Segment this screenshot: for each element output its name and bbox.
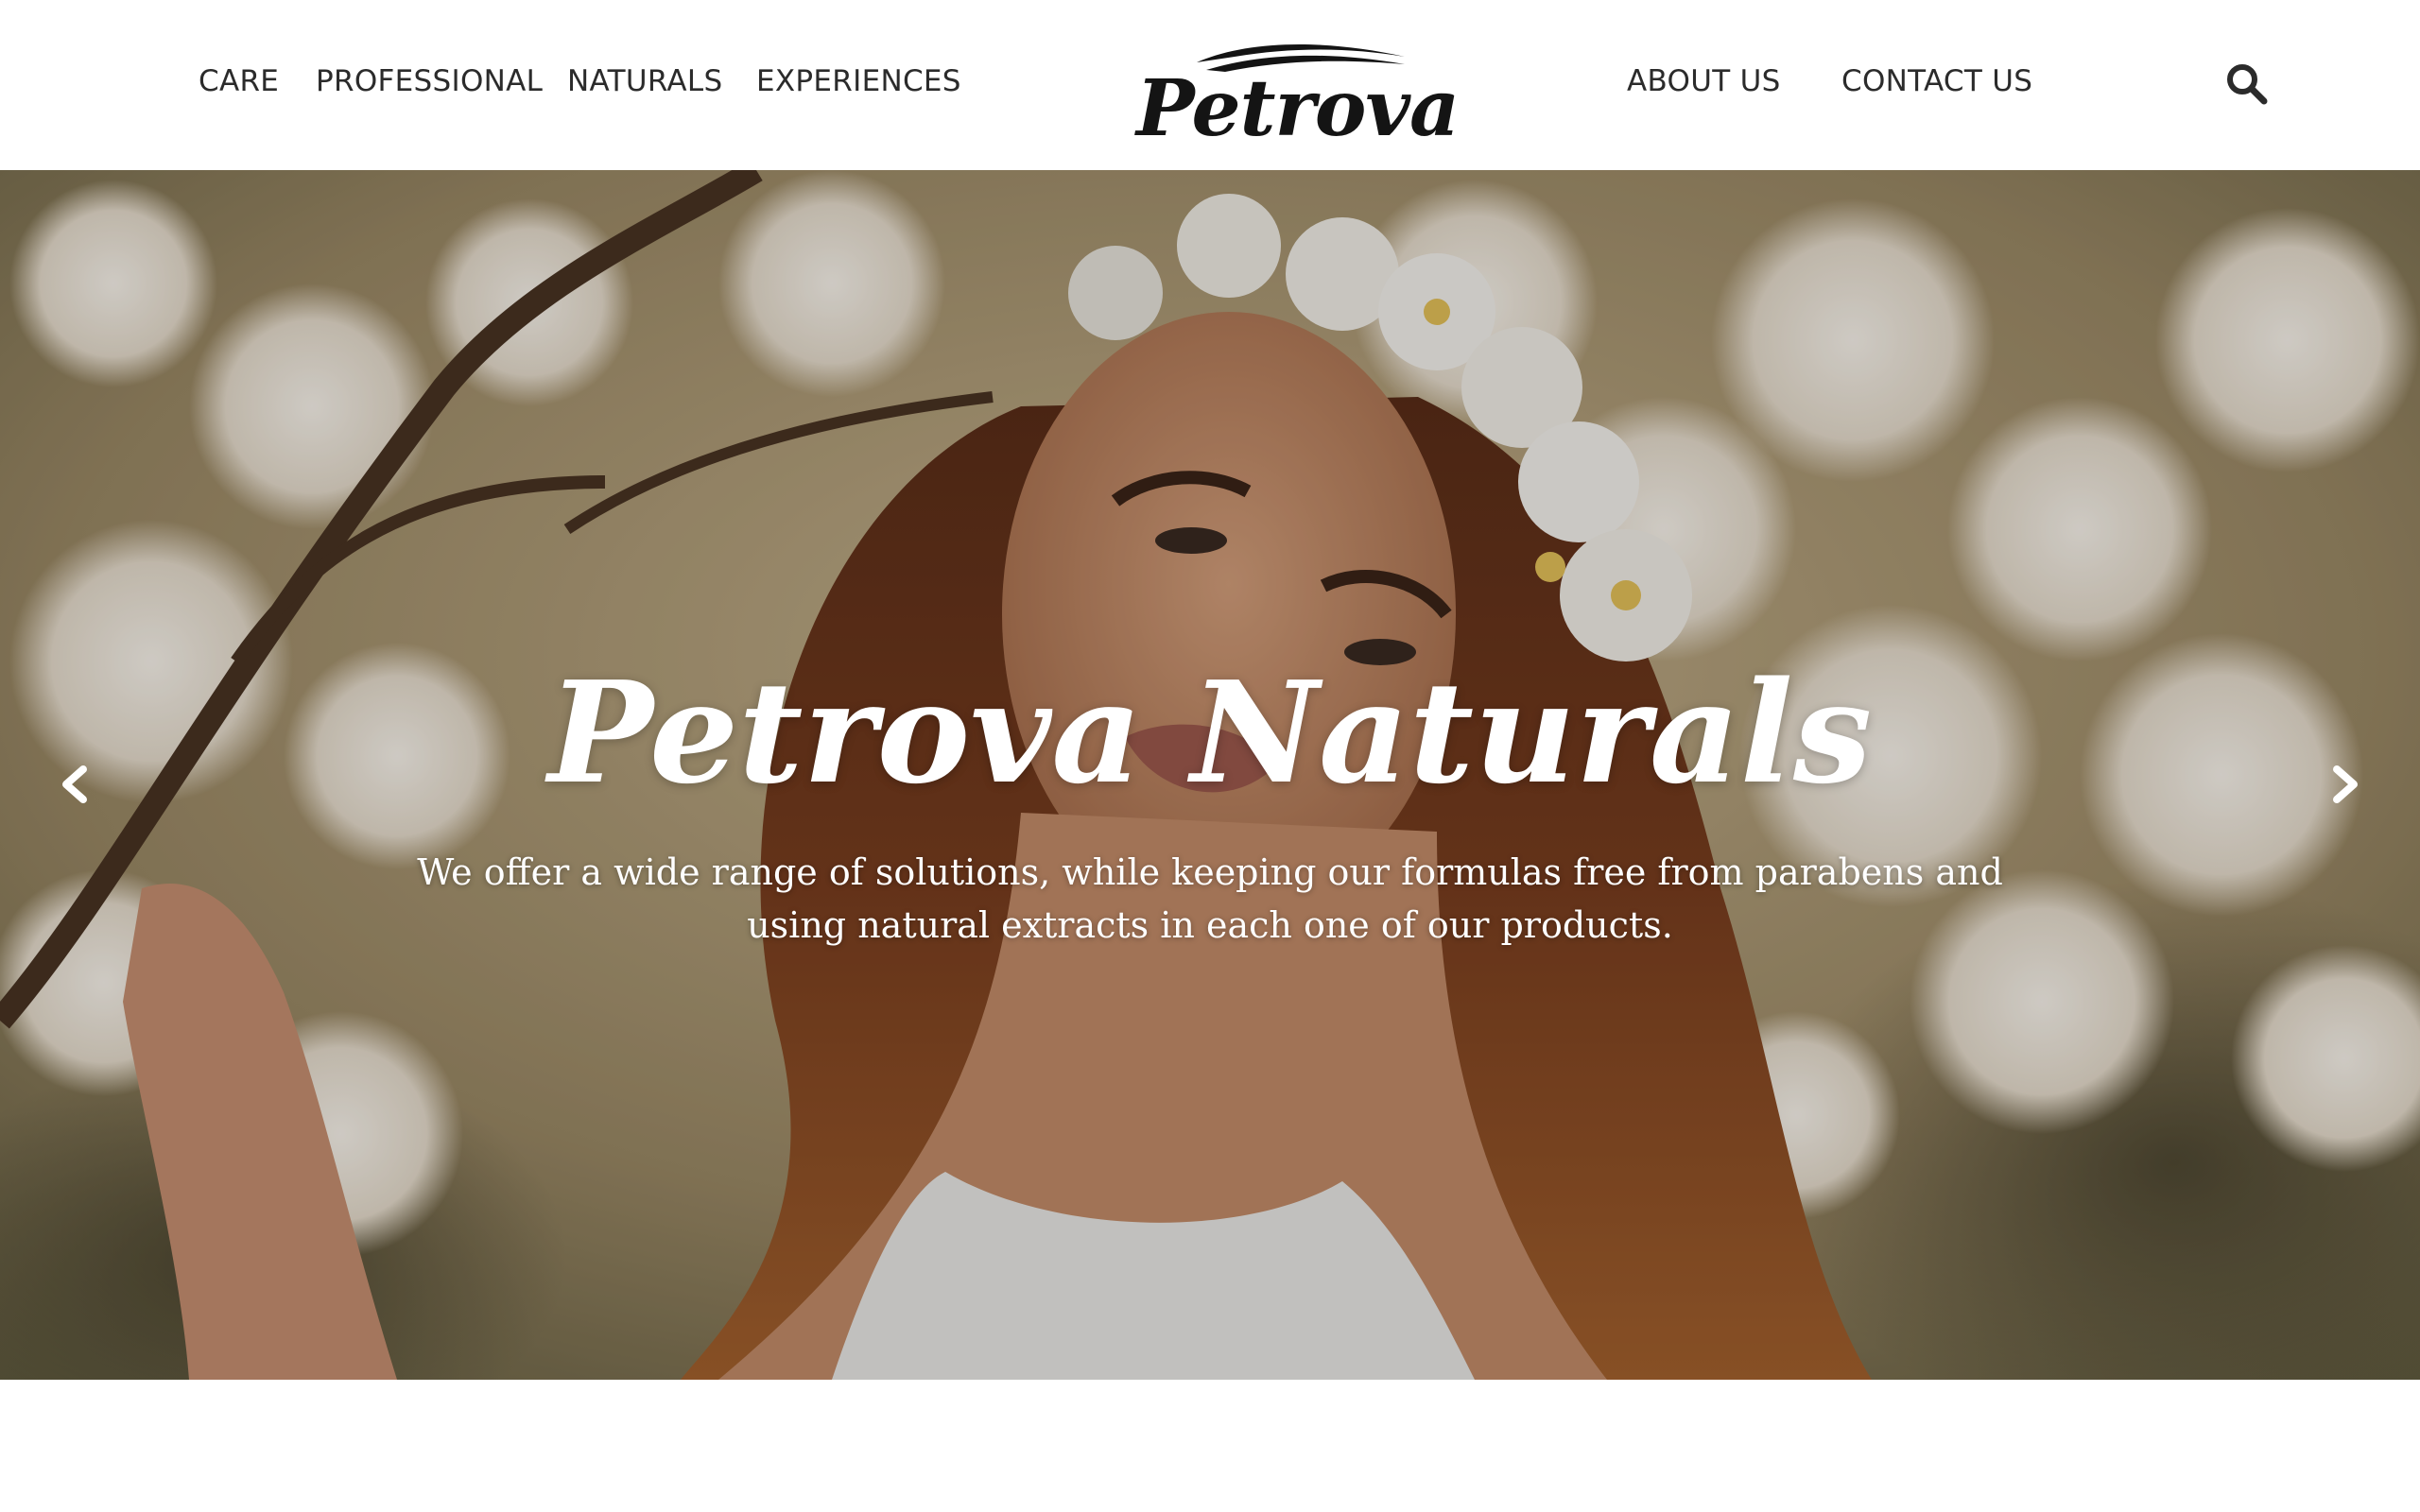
slider-prev-button[interactable]	[47, 756, 104, 813]
logo-text: Petrova	[1136, 63, 1460, 154]
nav-link-professional[interactable]: PROFESSIONAL	[316, 64, 543, 98]
site-header: CARE PROFESSIONAL NATURALS EXPERIENCES P…	[0, 0, 2420, 170]
nav-link-about-us[interactable]: ABOUT US	[1627, 64, 1781, 98]
chevron-left-icon	[62, 765, 87, 803]
nav-link-contact-us[interactable]: CONTACT US	[1841, 64, 2032, 98]
search-icon	[2227, 64, 2268, 105]
slider-next-button[interactable]	[2316, 756, 2373, 813]
nav-link-naturals[interactable]: NATURALS	[567, 64, 722, 98]
hero-title: Petrova Naturals	[547, 650, 1873, 815]
search-button[interactable]	[2225, 62, 2269, 106]
brand-logo[interactable]: Petrova	[1131, 34, 1460, 147]
below-hero-area	[0, 1380, 2420, 1512]
hero-subtitle: We offer a wide range of solutions, whil…	[417, 851, 2003, 946]
hero-slider: Petrova Naturals We offer a wide range o…	[0, 170, 2420, 1380]
chevron-right-icon	[2333, 765, 2358, 803]
nav-link-care[interactable]: CARE	[199, 64, 279, 98]
nav-link-experiences[interactable]: EXPERIENCES	[756, 64, 961, 98]
page: CARE PROFESSIONAL NATURALS EXPERIENCES P…	[0, 0, 2420, 1512]
